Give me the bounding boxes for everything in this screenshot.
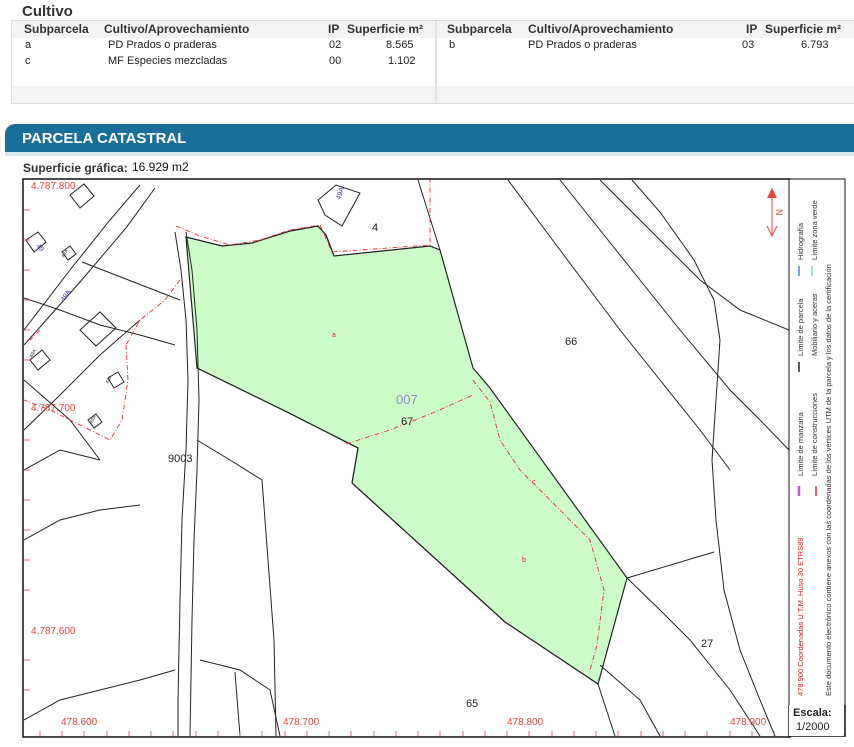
north-label: N [774, 209, 784, 216]
legend-item: Límite zona verde [810, 200, 819, 260]
legend-item: Límite de manzana [796, 411, 805, 476]
parcel-number-4: 4 [372, 222, 378, 234]
cadastral-map[interactable]: 4.787.800 4.787.700 4.787.600 478.600 47… [0, 0, 854, 747]
legend-doc-note: Este documento electrónico contiene anex… [824, 264, 833, 696]
parcel-number-9003: 9003 [168, 453, 192, 465]
parcel-number-27: 27 [701, 638, 713, 650]
coord-y-label: 4.787.600 [31, 626, 76, 637]
coord-y-label: 4.787.800 [31, 181, 76, 192]
scale-value: 1/2000 [796, 721, 830, 733]
coord-x-label: 478.900 [730, 717, 767, 728]
legend-item: Límite de construcciones [810, 393, 819, 476]
legend-item: Mobiliario y aceras [810, 293, 819, 356]
parcel-number-67: 67 [401, 416, 413, 428]
coord-x-label: 478.600 [61, 717, 98, 728]
subparcel-b-label: b [522, 557, 526, 564]
coord-x-label: 478.800 [507, 717, 544, 728]
scale-box-text: Escala: 1/2000 [789, 705, 844, 736]
subparcel-c-label: c [532, 479, 536, 486]
subparcel-a-label: a [332, 332, 336, 339]
legend-item: Hidrografía [796, 222, 805, 260]
scale-label: Escala: [793, 707, 832, 719]
legend-item: Límite de parcela [796, 298, 805, 356]
coord-x-label: 478.700 [283, 717, 320, 728]
coord-y-label: 4.787.700 [31, 403, 76, 414]
legend-coord-note: 478.900 Coordenadas U.T.M. Huso 30 ETRS8… [796, 538, 805, 696]
block-number: 007 [396, 392, 418, 407]
parcel-number-66: 66 [565, 336, 577, 348]
parcel-number-65: 65 [466, 698, 478, 710]
